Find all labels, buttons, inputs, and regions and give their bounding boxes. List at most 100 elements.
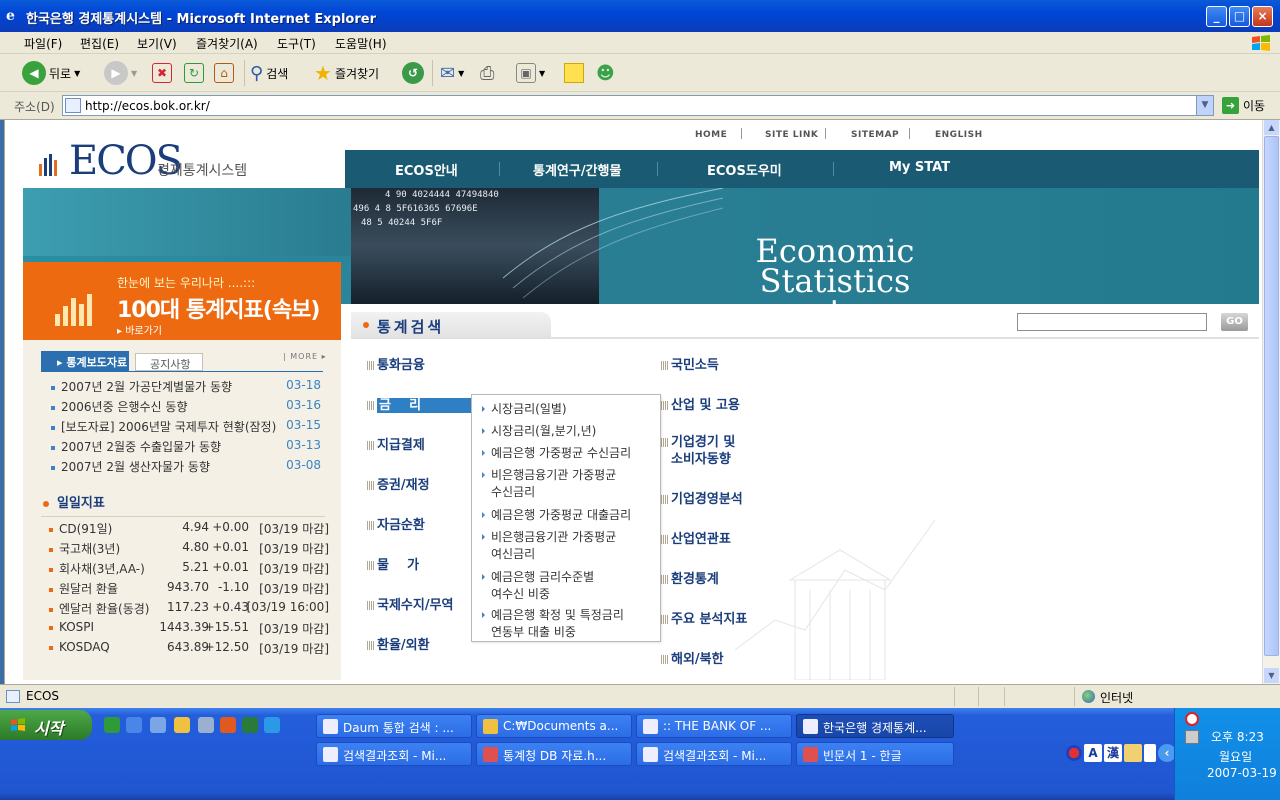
category-overseas-north-korea[interactable]: 해외/북한: [661, 648, 724, 667]
scroll-down-icon[interactable]: ▼: [1264, 668, 1279, 683]
category-input-output[interactable]: 산업연관표: [661, 528, 731, 547]
mail-button[interactable]: ✉ ▼: [440, 60, 464, 86]
news-item[interactable]: 2006년중 은행수신 동향 03-16: [51, 398, 321, 415]
start-button[interactable]: 시작: [0, 710, 92, 740]
address-input[interactable]: http://ecos.bok.or.kr/ ▼: [62, 95, 1214, 116]
more-link[interactable]: | MORE ▸: [283, 352, 327, 361]
promo-100-indicators[interactable]: 한눈에 보는 우리나라 ....::: 100대 통계지표(속보) ▸ 바로가기: [23, 262, 341, 340]
category-industry-employment[interactable]: 산업 및 고용: [661, 394, 740, 413]
help-icon[interactable]: [1144, 744, 1156, 762]
browser-icon[interactable]: [126, 717, 142, 733]
back-button[interactable]: ◀ 뒤로 ▼: [22, 60, 80, 86]
history-button[interactable]: ↺: [402, 60, 424, 86]
news-item[interactable]: 2007년 2월 가공단계별물가 동향 03-18: [51, 378, 321, 395]
minimize-button[interactable]: _: [1206, 6, 1227, 27]
stat-search-input[interactable]: [1017, 313, 1207, 331]
category-interest-rate[interactable]: 금 리: [367, 394, 482, 413]
news-item[interactable]: 2007년 2월중 수출입물가 동향 03-13: [51, 438, 321, 455]
submenu-item[interactable]: 예금은행 가중평균 대출금리: [482, 507, 631, 524]
taskbar-item[interactable]: 검색결과조회 - Mi...: [316, 742, 472, 766]
media-player-icon[interactable]: [104, 717, 120, 733]
submenu-item[interactable]: 시장금리(월,분기,년): [482, 423, 596, 440]
taskbar-item-active[interactable]: 한국은행 경제통계...: [796, 714, 954, 738]
vertical-scrollbar[interactable]: ▲ ▼: [1262, 120, 1280, 684]
category-flow-of-funds[interactable]: 자금순환: [367, 514, 425, 533]
go-button[interactable]: ➜ 이동: [1222, 97, 1265, 114]
document-icon[interactable]: [198, 717, 214, 733]
explorer-icon[interactable]: [150, 717, 166, 733]
search-button[interactable]: ⚲ 검색: [250, 60, 288, 86]
edit-button[interactable]: ▣ ▼: [516, 60, 545, 86]
search-go-button[interactable]: GO: [1221, 313, 1248, 331]
taskbar-item[interactable]: 빈문서 1 - 한글: [796, 742, 954, 766]
submenu-item[interactable]: 예금은행 금리수준별 여수신 비중: [482, 569, 594, 603]
category-business-analysis[interactable]: 기업경영분석: [661, 488, 743, 507]
menu-favorites[interactable]: 즐겨찾기(A): [196, 35, 258, 52]
favorites-button[interactable]: ★ 즐겨찾기: [314, 60, 379, 86]
top-link-site-link[interactable]: SITE LINK: [765, 130, 818, 140]
menu-edit[interactable]: 편집(E): [80, 35, 119, 52]
print-button[interactable]: ⎙: [480, 60, 494, 86]
close-button[interactable]: ×: [1252, 6, 1273, 27]
category-key-indicators[interactable]: 주요 분석지표: [661, 608, 747, 627]
menu-tools[interactable]: 도구(T): [277, 35, 316, 52]
nav-my-stat[interactable]: My STAT: [889, 160, 950, 175]
stop-button[interactable]: ✖: [152, 60, 172, 86]
category-monetary[interactable]: 통화금융: [367, 354, 425, 373]
promo-link[interactable]: ▸ 바로가기: [117, 322, 162, 337]
category-business-survey[interactable]: 기업경기 및 소비자동향: [661, 434, 735, 468]
note-icon: [564, 63, 584, 83]
tab-press-release[interactable]: ▸ 통계보도자료: [41, 351, 129, 371]
folder-icon[interactable]: [174, 717, 190, 733]
maximize-button[interactable]: □: [1229, 6, 1250, 27]
ime-mode-hanja[interactable]: 漢: [1104, 744, 1122, 762]
category-environment[interactable]: 환경통계: [661, 568, 719, 587]
internet-explorer-icon[interactable]: [264, 717, 280, 733]
discuss-button[interactable]: [564, 60, 584, 86]
scroll-up-icon[interactable]: ▲: [1264, 120, 1279, 135]
submenu-item[interactable]: 시장금리(일별): [482, 401, 567, 418]
ime-tool-icon[interactable]: [1124, 744, 1142, 762]
chevron-down-icon: ▼: [458, 68, 465, 78]
taskbar-item[interactable]: 통계청 DB 자료.h...: [476, 742, 632, 766]
menu-help[interactable]: 도움말(H): [335, 35, 387, 52]
clock-time[interactable]: 오후 8:23: [1211, 728, 1264, 745]
category-exchange[interactable]: 환율/외환: [367, 634, 430, 653]
nav-help[interactable]: ECOS도우미: [707, 160, 782, 179]
submenu-item[interactable]: 비은행금융기관 가중평균 여신금리: [482, 529, 616, 563]
nav-ecos-info[interactable]: ECOS안내: [395, 160, 458, 179]
scroll-thumb[interactable]: [1264, 136, 1279, 656]
submenu-item[interactable]: 예금은행 가중평균 수신금리: [482, 445, 631, 462]
forward-button[interactable]: ▶ ▼: [104, 60, 137, 86]
category-securities[interactable]: 증권/재정: [367, 474, 430, 493]
ime-mode-a[interactable]: A: [1084, 744, 1102, 762]
taskbar-item[interactable]: Daum 통합 검색 : ...: [316, 714, 472, 738]
top-link-home[interactable]: HOME: [695, 130, 727, 140]
category-payment[interactable]: 지급결제: [367, 434, 425, 453]
menu-view[interactable]: 보기(V): [137, 35, 177, 52]
submenu-item[interactable]: 비은행금융기관 가중평균 수신금리: [482, 467, 616, 501]
taskbar-item[interactable]: C:₩Documents a...: [476, 714, 632, 738]
taskbar-item[interactable]: 검색결과조회 - Mi...: [636, 742, 792, 766]
news-item[interactable]: 2007년 2월 생산자물가 동향 03-08: [51, 458, 321, 475]
network-icon[interactable]: [1185, 730, 1199, 744]
app-icon[interactable]: [220, 717, 236, 733]
blocked-icon[interactable]: [1185, 712, 1199, 726]
app-icon[interactable]: [242, 717, 258, 733]
tab-notice[interactable]: 공지사항: [135, 353, 203, 371]
news-item[interactable]: [보도자료] 2006년말 국제투자 현황(잠정) 03-15: [51, 418, 321, 435]
home-button[interactable]: ⌂: [214, 60, 234, 86]
messenger-button[interactable]: ☻: [596, 60, 615, 86]
category-balance-of-payments[interactable]: 국제수지/무역: [367, 594, 454, 613]
top-link-english[interactable]: ENGLISH: [935, 130, 983, 140]
top-link-sitemap[interactable]: SITEMAP: [851, 130, 899, 140]
category-prices[interactable]: 물 가: [367, 554, 419, 573]
address-dropdown-icon[interactable]: ▼: [1196, 96, 1213, 115]
nav-research[interactable]: 통계연구/간행물: [533, 160, 621, 179]
taskbar-item[interactable]: :: THE BANK OF ...: [636, 714, 792, 738]
submenu-item[interactable]: 예금은행 확정 및 특정금리 연동부 대출 비중: [482, 607, 624, 641]
language-bar[interactable]: A 漢 ‹: [1066, 744, 1176, 762]
refresh-button[interactable]: ↻: [184, 60, 204, 86]
category-national-income[interactable]: 국민소득: [661, 354, 719, 373]
menu-file[interactable]: 파일(F): [24, 35, 62, 52]
